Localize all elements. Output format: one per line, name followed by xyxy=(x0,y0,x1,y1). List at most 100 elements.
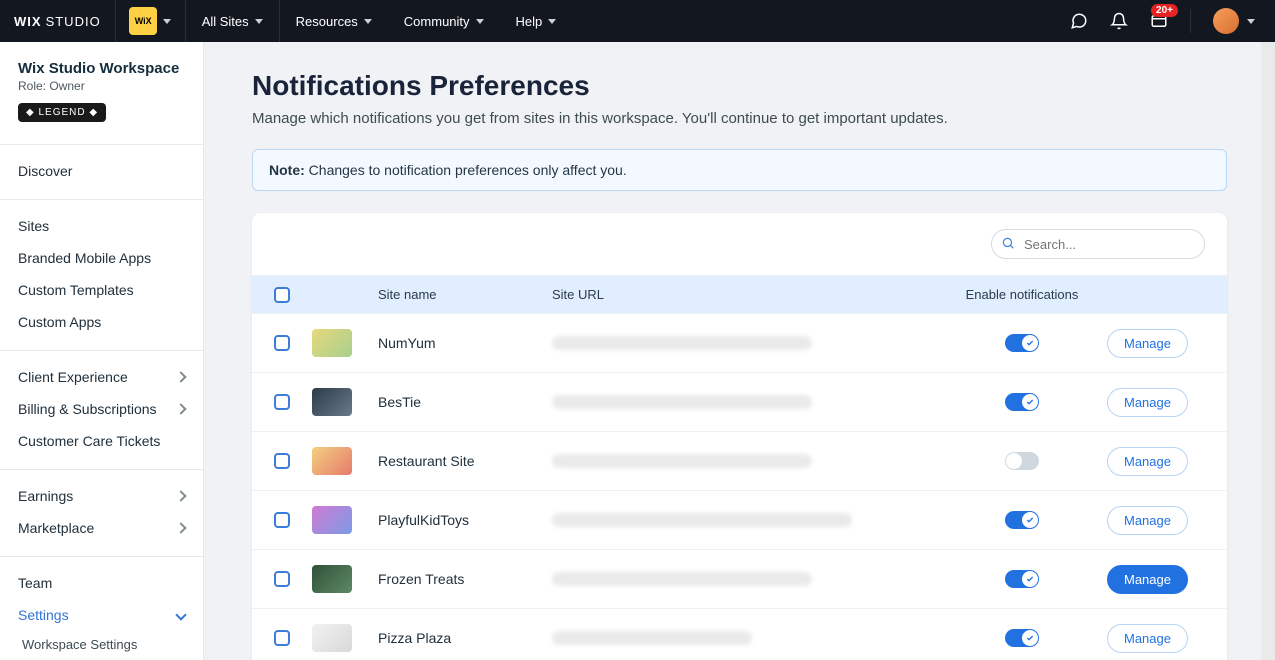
manage-button[interactable]: Manage xyxy=(1107,388,1188,417)
enable-notifications-toggle[interactable] xyxy=(1005,511,1039,529)
site-url-redacted xyxy=(552,631,752,645)
sidebar-item-billing[interactable]: Billing & Subscriptions xyxy=(0,393,203,425)
note-box: Note: Changes to notification preference… xyxy=(252,149,1227,191)
sidebar-item-custom-apps[interactable]: Custom Apps xyxy=(0,306,203,338)
row-checkbox[interactable] xyxy=(274,453,290,469)
site-thumbnail xyxy=(312,565,352,593)
sidebar-item-earnings[interactable]: Earnings xyxy=(0,480,203,512)
manage-button[interactable]: Manage xyxy=(1107,447,1188,476)
table-header: Site name Site URL Enable notifications xyxy=(252,275,1227,313)
page-title: Notifications Preferences xyxy=(252,70,1227,102)
note-label: Note: xyxy=(269,162,305,178)
site-thumbnail xyxy=(312,388,352,416)
site-name: PlayfulKidToys xyxy=(378,512,469,528)
site-url-redacted xyxy=(552,572,812,586)
nav-community[interactable]: Community xyxy=(388,0,500,42)
nav-help-label: Help xyxy=(516,14,543,29)
topbar-actions: 20+ xyxy=(1070,8,1275,34)
enable-notifications-toggle[interactable] xyxy=(1005,334,1039,352)
sidebar-item-team[interactable]: Team xyxy=(0,567,203,599)
workspace-header: Wix Studio Workspace Role: Owner ◆ LEGEN… xyxy=(0,42,203,132)
sidebar-item-label: Settings xyxy=(18,607,69,623)
scrollbar[interactable] xyxy=(1261,42,1275,660)
workspace-role: Role: Owner xyxy=(18,79,185,93)
enable-notifications-toggle[interactable] xyxy=(1005,570,1039,588)
nav-help[interactable]: Help xyxy=(500,0,573,42)
site-name: Frozen Treats xyxy=(378,571,464,587)
inbox-icon[interactable]: 20+ xyxy=(1150,12,1168,30)
table-row: BesTie Manage xyxy=(252,372,1227,431)
nav-all-sites[interactable]: All Sites xyxy=(186,0,280,42)
site-name: NumYum xyxy=(378,335,436,351)
site-url-redacted xyxy=(552,513,852,527)
site-url-redacted xyxy=(552,454,812,468)
table-row: NumYum Manage xyxy=(252,313,1227,372)
sidebar-item-label: Client Experience xyxy=(18,369,128,385)
table-row: PlayfulKidToys Manage xyxy=(252,490,1227,549)
avatar[interactable] xyxy=(1213,8,1239,34)
sidebar-item-care-tickets[interactable]: Customer Care Tickets xyxy=(0,425,203,457)
sidebar-item-client-experience[interactable]: Client Experience xyxy=(0,361,203,393)
row-checkbox[interactable] xyxy=(274,512,290,528)
table-row: Frozen Treats Manage xyxy=(252,549,1227,608)
sidebar-sub-workspace-settings[interactable]: Workspace Settings xyxy=(0,631,203,658)
manage-button[interactable]: Manage xyxy=(1107,624,1188,653)
chevron-down-icon xyxy=(255,19,263,24)
nav-all-sites-label: All Sites xyxy=(202,14,249,29)
header-site-name: Site name xyxy=(378,287,552,302)
notification-badge: 20+ xyxy=(1151,4,1178,17)
chat-icon[interactable] xyxy=(1070,12,1088,30)
row-checkbox[interactable] xyxy=(274,335,290,351)
search-input[interactable] xyxy=(991,229,1205,259)
app-switcher[interactable]: WiX xyxy=(116,0,186,42)
site-thumbnail xyxy=(312,624,352,652)
wix-studio-logo[interactable]: WIXSTUDIO xyxy=(0,0,116,42)
logo-thin: STUDIO xyxy=(46,14,101,29)
chevron-down-icon xyxy=(548,19,556,24)
sidebar-item-marketplace[interactable]: Marketplace xyxy=(0,512,203,544)
nav-resources[interactable]: Resources xyxy=(280,0,388,42)
manage-button[interactable]: Manage xyxy=(1107,565,1188,594)
sidebar-item-settings[interactable]: Settings xyxy=(0,599,203,631)
sidebar-item-label: Billing & Subscriptions xyxy=(18,401,157,417)
search-wrap xyxy=(991,229,1205,259)
row-checkbox[interactable] xyxy=(274,571,290,587)
manage-button[interactable]: Manage xyxy=(1107,329,1188,358)
site-thumbnail xyxy=(312,447,352,475)
site-url-redacted xyxy=(552,395,812,409)
chevron-down-icon xyxy=(364,19,372,24)
site-name: Restaurant Site xyxy=(378,453,475,469)
chevron-down-icon xyxy=(163,19,171,24)
enable-notifications-toggle[interactable] xyxy=(1005,452,1039,470)
page-description: Manage which notifications you get from … xyxy=(252,110,1227,127)
sidebar-item-branded-mobile[interactable]: Branded Mobile Apps xyxy=(0,242,203,274)
nav-community-label: Community xyxy=(404,14,470,29)
header-enable-notifications: Enable notifications xyxy=(937,287,1107,302)
table-body: NumYum Manage BesTie Manage Restaurant Site M… xyxy=(252,313,1227,660)
note-text: Changes to notification preferences only… xyxy=(305,162,627,178)
sidebar-item-custom-templates[interactable]: Custom Templates xyxy=(0,274,203,306)
main-content: Notifications Preferences Manage which n… xyxy=(204,42,1275,660)
bell-icon[interactable] xyxy=(1110,12,1128,30)
sidebar-item-sites[interactable]: Sites xyxy=(0,210,203,242)
table-row: Pizza PlazaManage xyxy=(252,608,1227,660)
row-checkbox[interactable] xyxy=(274,630,290,646)
chevron-down-icon xyxy=(1247,19,1255,24)
select-all-checkbox[interactable] xyxy=(274,287,290,303)
sidebar-item-discover[interactable]: Discover xyxy=(0,155,203,187)
sidebar-item-label: Earnings xyxy=(18,488,73,504)
table-row: Restaurant Site Manage xyxy=(252,431,1227,490)
top-bar: WIXSTUDIO WiX All Sites Resources Commun… xyxy=(0,0,1275,42)
sites-card: Site name Site URL Enable notifications … xyxy=(252,213,1227,660)
chevron-down-icon xyxy=(476,19,484,24)
row-checkbox[interactable] xyxy=(274,394,290,410)
manage-button[interactable]: Manage xyxy=(1107,506,1188,535)
enable-notifications-toggle[interactable] xyxy=(1005,393,1039,411)
search-icon xyxy=(1001,236,1015,250)
site-name: BesTie xyxy=(378,394,421,410)
site-thumbnail xyxy=(312,506,352,534)
sidebar-item-label: Marketplace xyxy=(18,520,94,536)
site-url-redacted xyxy=(552,336,812,350)
wix-app-icon: WiX xyxy=(129,7,157,35)
enable-notifications-toggle[interactable] xyxy=(1005,629,1039,647)
